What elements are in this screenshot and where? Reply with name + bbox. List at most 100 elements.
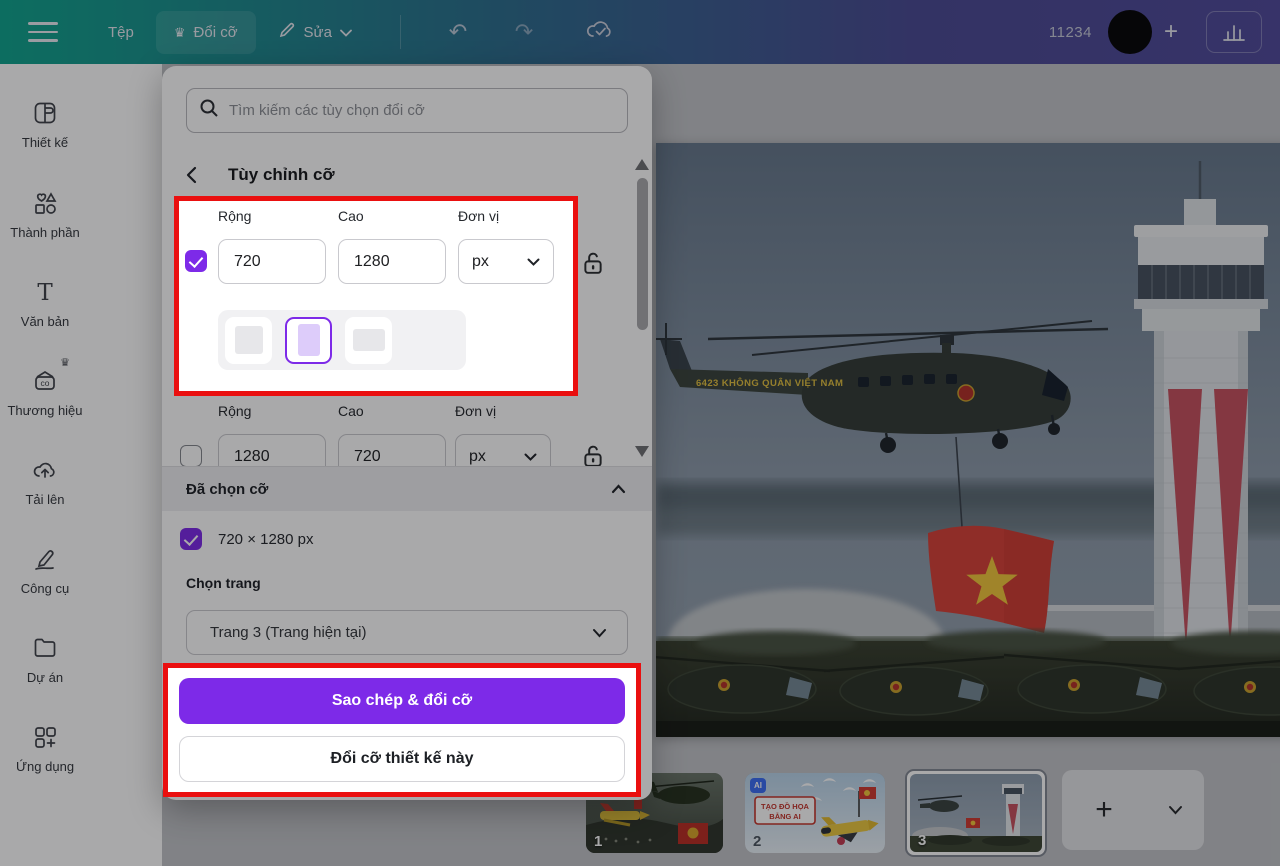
lock-ratio-row2[interactable] — [582, 444, 604, 468]
selected-sizes-header[interactable]: Đã chọn cỡ — [162, 466, 652, 511]
scroll-up-arrow[interactable] — [635, 159, 649, 170]
sidebar-item-text[interactable]: T Văn bản — [0, 279, 90, 329]
copy-and-resize-button[interactable]: Sao chép & đổi cỡ — [179, 678, 625, 724]
folder-icon — [32, 635, 58, 661]
sidebar-label: Dự án — [27, 670, 63, 685]
panel-title: Tùy chỉnh cỡ — [228, 165, 335, 185]
parked-helicopters — [656, 630, 1280, 737]
page-photo: 6423 KHÔNG QUÂN VIỆT NAM — [656, 143, 1280, 737]
height-field-row1[interactable] — [338, 239, 446, 284]
crown-icon: ♛ — [60, 356, 70, 369]
unit-label: Đơn vị — [458, 208, 499, 224]
width-field-row1[interactable] — [218, 239, 326, 284]
page-number: 3 — [918, 832, 926, 849]
design-icon — [32, 100, 58, 126]
top-toolbar: Tệp ♛ Đổi cỡ Sửa ↶ ↷ — [0, 0, 1280, 64]
toolbar-divider — [400, 15, 401, 49]
add-page-button[interactable]: + — [1062, 770, 1146, 850]
unit-select-row1[interactable]: px — [458, 239, 554, 284]
sidebar-item-tools[interactable]: Công cụ — [0, 546, 90, 596]
page-strip-actions: + — [1062, 770, 1204, 850]
height-label: Cao — [338, 208, 364, 224]
sidebar-item-elements[interactable]: Thành phần — [0, 190, 90, 240]
height-label: Cao — [338, 403, 364, 419]
sidebar-item-projects[interactable]: Dự án — [0, 635, 90, 685]
svg-text:TẠO ĐỒ HỌA: TẠO ĐỒ HỌA — [761, 801, 809, 811]
brand-icon: ♛ co — [32, 368, 58, 394]
chevron-up-icon — [611, 484, 626, 494]
scroll-down-arrow[interactable] — [635, 446, 649, 457]
unit-label: Đơn vị — [455, 403, 496, 419]
choose-page-label: Chọn trang — [186, 575, 261, 591]
chevron-down-icon — [340, 24, 352, 41]
size-row1-checkbox[interactable] — [185, 250, 207, 272]
resize-search[interactable] — [186, 88, 628, 133]
sidebar-item-uploads[interactable]: Tải lên — [0, 457, 90, 507]
page-thumbnail-3-selected[interactable]: 3 — [905, 769, 1047, 857]
svg-text:T: T — [37, 280, 53, 305]
sidebar-label: Tải lên — [25, 492, 64, 507]
page-number: 1 — [594, 833, 602, 850]
width-input-row1[interactable] — [219, 240, 325, 283]
sidebar-label: Thành phần — [10, 225, 79, 240]
ai-badge: AI — [750, 778, 766, 793]
text-icon: T — [32, 279, 58, 305]
orientation-landscape[interactable] — [345, 317, 392, 364]
insights-button[interactable] — [1206, 11, 1262, 53]
page-select[interactable]: Trang 3 (Trang hiện tại) — [186, 610, 628, 655]
orientation-square[interactable] — [225, 317, 272, 364]
thumb2-sign: TẠO ĐỒ HỌA BẰNG AI — [755, 797, 815, 824]
sidebar-item-brand[interactable]: ♛ co Thương hiệu — [0, 368, 90, 418]
upload-cloud-icon — [32, 457, 58, 483]
chevron-down-icon — [524, 453, 537, 461]
sidebar-label: Thiết kế — [22, 135, 68, 150]
selected-size-label: 720 × 1280 px — [218, 531, 314, 548]
height-input-row1[interactable] — [339, 240, 445, 283]
thumb1-banner — [678, 823, 708, 844]
orientation-portrait[interactable] — [285, 317, 332, 364]
search-input[interactable] — [229, 102, 615, 119]
menu-icon[interactable] — [28, 22, 58, 42]
sidebar-item-apps[interactable]: Ứng dụng — [0, 724, 90, 774]
width-label: Rộng — [218, 208, 251, 224]
apps-grid-icon — [32, 724, 58, 750]
orientation-selector — [218, 310, 466, 370]
page-thumbnail-2[interactable]: TẠO ĐỒ HỌA BẰNG AI AI 2 — [745, 773, 885, 853]
lock-ratio-row1[interactable] — [582, 251, 604, 275]
views-count: 11234 — [1049, 24, 1092, 41]
resize-menu[interactable]: ♛ Đổi cỡ — [156, 11, 256, 54]
collapse-pages-button[interactable] — [1146, 770, 1204, 850]
helicopter-marking: 6423 KHÔNG QUÂN VIỆT NAM — [696, 377, 843, 389]
chevron-down-icon — [592, 628, 607, 638]
back-button[interactable] — [186, 163, 206, 187]
edit-menu[interactable]: Sửa — [264, 11, 366, 53]
resize-panel: Tùy chỉnh cỡ Rộng Cao Đơn vị px — [162, 66, 652, 800]
sidebar-label: Công cụ — [21, 581, 69, 596]
add-member-button[interactable]: + — [1164, 18, 1178, 46]
crown-icon: ♛ — [174, 26, 186, 39]
annotation-box-buttons: Sao chép & đổi cỡ Đổi cỡ thiết kế này — [163, 663, 641, 797]
search-icon — [199, 98, 219, 123]
design-page[interactable]: 6423 KHÔNG QUÂN VIỆT NAM — [656, 143, 1280, 737]
svg-text:co: co — [41, 378, 50, 388]
sidebar-item-design[interactable]: Thiết kế — [0, 100, 90, 150]
sidebar: Thiết kế Thành phần T Văn bản ♛ — [0, 64, 162, 866]
resize-this-design-button[interactable]: Đổi cỡ thiết kế này — [179, 736, 625, 782]
bar-chart-icon — [1223, 23, 1245, 41]
sidebar-label: Văn bản — [21, 314, 69, 329]
pencil-icon — [278, 21, 296, 43]
annotation-box-size: Rộng Cao Đơn vị px — [174, 196, 578, 396]
file-menu[interactable]: Tệp — [94, 14, 148, 51]
shapes-icon — [32, 190, 58, 216]
unlock-icon — [582, 251, 604, 275]
avatar[interactable] — [1108, 10, 1152, 54]
scrollbar-thumb[interactable] — [637, 178, 648, 330]
svg-text:BẰNG AI: BẰNG AI — [769, 812, 800, 821]
size-row2-checkbox[interactable] — [180, 445, 202, 467]
selected-size-checkbox[interactable] — [180, 528, 202, 550]
pen-tool-icon — [32, 546, 58, 572]
sidebar-label: Thương hiệu — [7, 403, 82, 418]
width-label: Rộng — [218, 403, 251, 419]
undo-icon[interactable]: ↶ — [429, 19, 487, 45]
redo-icon[interactable]: ↷ — [495, 19, 553, 45]
